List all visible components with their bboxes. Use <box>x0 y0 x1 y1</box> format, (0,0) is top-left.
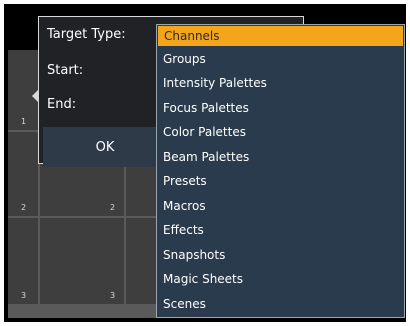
dropdown-option-magic-sheets[interactable]: Magic Sheets <box>163 269 243 289</box>
grid-cell[interactable]: 3 <box>40 218 124 304</box>
cell-mark: 1 <box>21 117 27 126</box>
grid-cell[interactable]: 3 <box>8 218 38 304</box>
cell-mark: 2 <box>110 203 116 212</box>
target-type-dropdown[interactable]: Channels Groups Intensity Palettes Focus… <box>156 24 405 318</box>
dropdown-option-beam-palettes[interactable]: Beam Palettes <box>163 147 249 167</box>
dropdown-option-scenes[interactable]: Scenes <box>163 294 206 314</box>
end-label: End: <box>47 97 77 112</box>
dropdown-option-focus-palettes[interactable]: Focus Palettes <box>163 98 249 118</box>
app-window: 1 2 2 3 3 Target Type: Start: End: OK Ch… <box>4 4 406 322</box>
target-type-label: Target Type: <box>47 27 126 42</box>
dropdown-option-snapshots[interactable]: Snapshots <box>163 245 225 265</box>
dropdown-option-groups[interactable]: Groups <box>163 49 206 69</box>
start-label: Start: <box>47 63 84 78</box>
cell-mark: 3 <box>21 291 27 300</box>
dropdown-option-color-palettes[interactable]: Color Palettes <box>163 122 246 142</box>
grid-cell[interactable]: 2 <box>8 132 38 216</box>
cell-mark: 2 <box>21 203 27 212</box>
dropdown-option-effects[interactable]: Effects <box>163 220 204 240</box>
ok-button[interactable]: OK <box>43 127 167 167</box>
cell-mark: 3 <box>110 291 116 300</box>
dropdown-option-intensity-palettes[interactable]: Intensity Palettes <box>163 73 267 93</box>
dropdown-option-presets[interactable]: Presets <box>163 171 207 191</box>
dropdown-selected-option[interactable]: Channels <box>158 26 403 46</box>
dropdown-option-macros[interactable]: Macros <box>163 196 206 216</box>
